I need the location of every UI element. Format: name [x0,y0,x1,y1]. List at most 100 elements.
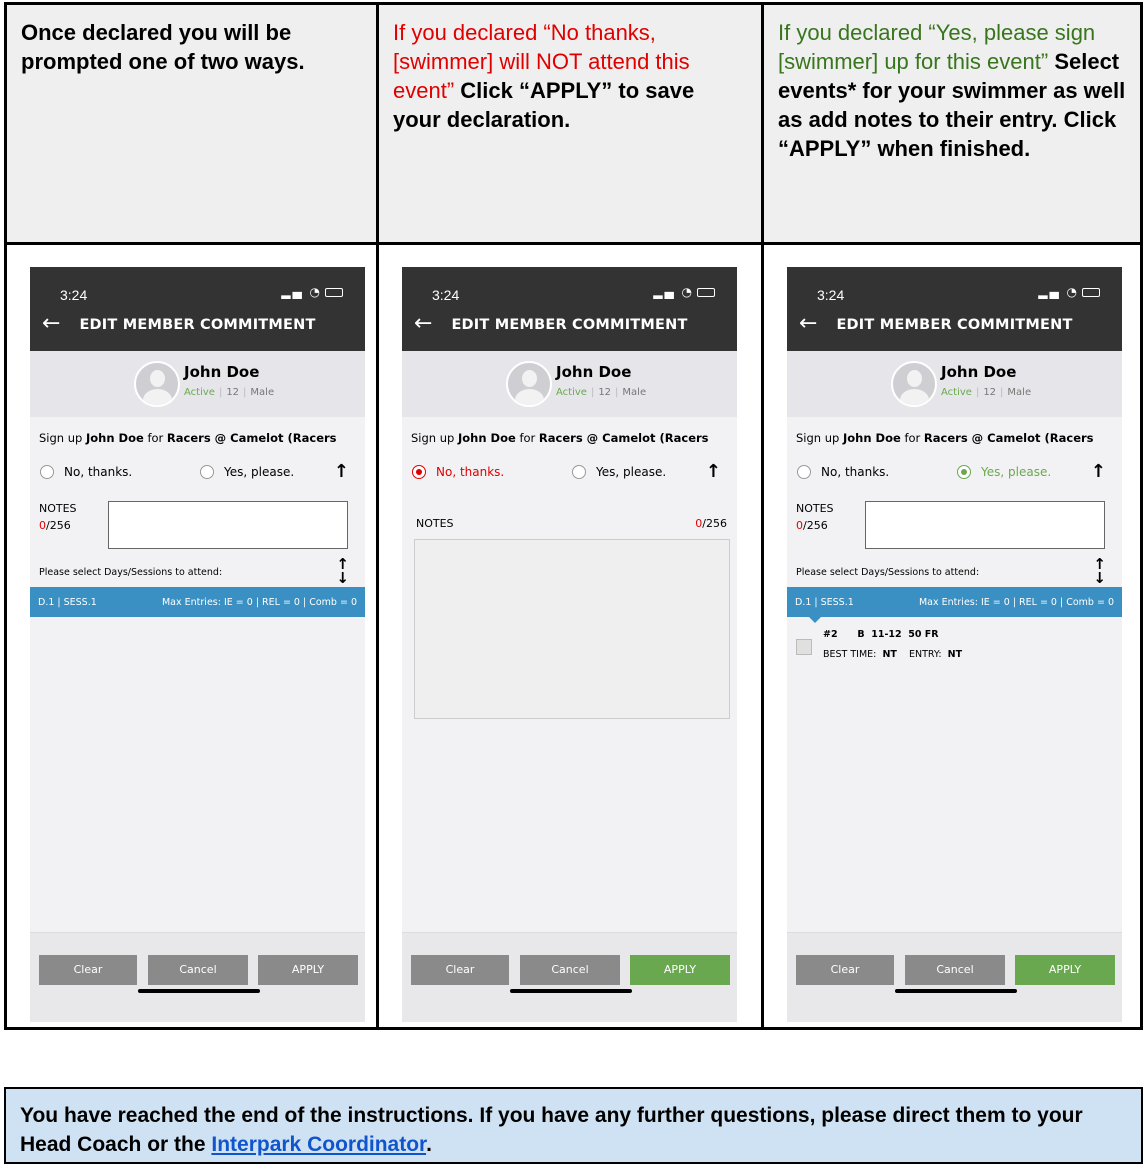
signal-icon: ▂▄ [281,285,304,299]
status-icons: ▂▄ ◔ [281,285,343,299]
notes-input[interactable] [108,501,348,549]
notes-label: NOTES [796,502,834,515]
member-status: Active [556,387,587,398]
avatar [506,361,552,407]
declaration-radios: No, thanks. Yes, please. ↑ [402,457,737,497]
notes-counter: 0/256 [796,519,828,532]
radio-no-label: No, thanks. [436,465,505,479]
member-profile: John Doe Active | 12 | Male [787,351,1122,417]
radio-yes-label: Yes, please. [224,465,295,479]
member-profile: John Doe Active | 12 | Male [30,351,365,417]
member-name: John Doe [556,363,632,381]
signal-icon: ▂▄ [1038,285,1061,299]
signup-line: Sign up John Doe for Racers @ Camelot (R… [30,417,365,457]
radio-yes-please[interactable]: Yes, please. [572,465,666,479]
clear-button[interactable]: Clear [39,955,137,985]
member-meta: Active | 12 | Male [184,387,275,398]
event-times: BEST TIME: NT ENTRY: NT [823,649,963,660]
avatar [134,361,180,407]
session-max-entries: Max Entries: IE = 0 | REL = 0 | Comb = 0 [918,597,1114,608]
home-indicator [510,989,632,993]
days-row: Please select Days/Sessions to attend: ↑… [787,553,1122,587]
member-status: Active [941,387,972,398]
status-icons: ▂▄ ◔ [653,285,715,299]
session-max-entries: Max Entries: IE = 0 | REL = 0 | Comb = 0 [161,597,357,608]
arrow-up-icon[interactable]: ↑ [706,461,721,482]
event-title: #2 B 11-12 50 FR [823,629,939,640]
signup-name: John Doe [842,431,901,445]
cancel-button[interactable]: Cancel [520,955,620,985]
signup-mid: for [143,431,167,445]
member-meta: Active | 12 | Male [941,387,1032,398]
screen-title: EDIT MEMBER COMMITMENT [836,317,1073,333]
clear-button[interactable]: Clear [411,955,509,985]
screenshot-cell-yes-please: 3:24 ▂▄ ◔ ← EDIT MEMBER COMMITMENT John … [764,245,1140,1027]
notes-row: NOTES 0/256 [787,497,1122,553]
radio-yes-please[interactable]: Yes, please. [200,465,294,479]
cancel-button[interactable]: Cancel [148,955,248,985]
signup-event: Racers @ Camelot (Racers [166,431,337,445]
signup-name: John Doe [85,431,144,445]
member-gender: Male [622,387,647,398]
expand-collapse-icon[interactable]: ↑ ↓ [1093,557,1106,586]
member-status: Active [184,387,215,398]
event-checkbox[interactable] [796,639,812,655]
cancel-button[interactable]: Cancel [905,955,1005,985]
interpark-coordinator-link[interactable]: Interpark Coordinator [211,1133,426,1156]
phone-header: 3:24 ▂▄ ◔ ← EDIT MEMBER COMMITMENT [30,267,365,351]
header-yes-please-condition: If you declared “Yes, please sign [swimm… [778,20,1096,74]
header-text-prompt: Once declared you will be prompted one o… [7,5,376,76]
days-label: Please select Days/Sessions to attend: [39,567,223,578]
battery-icon [697,288,715,297]
phone-screenshot-default: 3:24 ▂▄ ◔ ← EDIT MEMBER COMMITMENT John … [30,267,365,1022]
radio-no-label: No, thanks. [64,465,133,479]
signup-prefix: Sign up [411,431,458,445]
instruction-table: Once declared you will be prompted one o… [4,2,1143,1030]
radio-yes-please[interactable]: Yes, please. [957,465,1051,479]
signup-event: Racers @ Camelot (Racers [923,431,1094,445]
notes-row: NOTES 0/256 [30,497,365,553]
header-cell-yes-please: If you declared “Yes, please sign [swimm… [764,5,1140,245]
radio-no-thanks[interactable]: No, thanks. [412,465,504,479]
header-text-yes-please: If you declared “Yes, please sign [swimm… [764,5,1140,163]
radio-no-thanks[interactable]: No, thanks. [797,465,889,479]
notes-input[interactable] [414,539,730,719]
declaration-radios: No, thanks. Yes, please. ↑ [30,457,365,497]
member-gender: Male [1007,387,1032,398]
session-bar[interactable]: D.1 | SESS.1 Max Entries: IE = 0 | REL =… [30,587,365,617]
callout-end: . [426,1133,432,1156]
radio-yes-label: Yes, please. [596,465,667,479]
days-label: Please select Days/Sessions to attend: [796,567,980,578]
clear-button[interactable]: Clear [796,955,894,985]
event-row: #2 B 11-12 50 FR BEST TIME: NT ENTRY: NT [787,617,1122,669]
wifi-icon: ◔ [1066,285,1079,299]
arrow-up-icon[interactable]: ↑ [1091,461,1106,482]
status-time: 3:24 [817,287,845,303]
member-age: 12 [598,387,612,398]
callout-text: You have reached the end of the instruct… [20,1104,1083,1156]
apply-button[interactable]: APPLY [630,955,730,985]
days-row: Please select Days/Sessions to attend: ↑… [30,553,365,587]
notes-input[interactable] [865,501,1105,549]
avatar [891,361,937,407]
member-name: John Doe [941,363,1017,381]
radio-yes-label: Yes, please. [981,465,1052,479]
status-icons: ▂▄ ◔ [1038,285,1100,299]
radio-no-thanks[interactable]: No, thanks. [40,465,132,479]
signup-event: Racers @ Camelot (Racers [538,431,709,445]
phone-screenshot-yes-please: 3:24 ▂▄ ◔ ← EDIT MEMBER COMMITMENT John … [787,267,1122,1022]
end-of-instructions-callout: You have reached the end of the instruct… [4,1087,1143,1164]
session-bar[interactable]: D.1 | SESS.1 Max Entries: IE = 0 | REL =… [787,587,1122,623]
apply-button[interactable]: APPLY [258,955,358,985]
expand-collapse-icon[interactable]: ↑ ↓ [336,557,349,586]
member-meta: Active | 12 | Male [556,387,647,398]
signup-prefix: Sign up [39,431,86,445]
arrow-up-icon[interactable]: ↑ [334,461,349,482]
notes-counter: 0/256 [695,517,727,530]
signal-icon: ▂▄ [653,285,676,299]
phone-header: 3:24 ▂▄ ◔ ← EDIT MEMBER COMMITMENT [402,267,737,351]
notes-counter: 0/256 [39,519,71,532]
phone-footer: Clear Cancel APPLY [30,932,365,1022]
apply-button[interactable]: APPLY [1015,955,1115,985]
screenshot-cell-no-thanks: 3:24 ▂▄ ◔ ← EDIT MEMBER COMMITMENT John … [379,245,764,1027]
